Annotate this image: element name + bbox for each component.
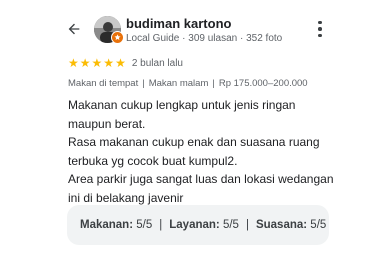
atmosphere-value: 5/5 [310, 219, 327, 231]
more-vert-icon [318, 20, 322, 25]
service-label: Layanan: [169, 219, 220, 231]
star-icon: ★ [115, 56, 126, 70]
tag-dining-mode: Makan di tempat [68, 78, 139, 89]
star-icon: ★ [79, 56, 91, 70]
food-label: Makanan: [80, 219, 134, 231]
reviewer-name[interactable]: budiman kartono [126, 16, 231, 31]
review-tags: Makan di tempat | Makan malam | Rp 175.000–2… [68, 78, 308, 89]
star-icon: ★ [68, 56, 79, 70]
local-guide-badge-icon [111, 31, 124, 44]
review-text-line: Makanan cukup lengkap untuk jenis ringan [68, 98, 296, 112]
more-options-button[interactable] [311, 17, 329, 41]
tag-price: Rp 175.000–200.000 [218, 78, 308, 89]
tag-meal-type: Makan malam [148, 78, 209, 89]
atmosphere-label: Suasana: [255, 219, 308, 231]
review-text-line: Area parkir juga sangat luas dan lokasi … [68, 172, 334, 186]
review-text-line: terbuka yg cocok buat kumpul2. [68, 153, 238, 168]
review-text-line: maupun berat. [68, 116, 146, 131]
star-icon: ★ [103, 56, 115, 70]
food-value: 5/5 [136, 219, 153, 231]
service-value: 5/5 [222, 219, 239, 231]
review-text-line: Rasa makanan cukup enak dan suasana ruan… [68, 135, 320, 149]
review-time: 2 bulan lalu [131, 57, 183, 69]
arrow-back-icon [68, 23, 80, 35]
back-button[interactable] [64, 19, 84, 39]
review-text: Makanan cukup lengkap untuk jenis ringan… [68, 96, 368, 207]
star-rating: ★ ★ ★ ★ ★ [68, 57, 126, 69]
rating-summary: Makanan: 5/5 | Layanan: 5/5 | Suasana: 5… [67, 205, 329, 245]
review-header: budiman kartono Local Guide · 309 ulasan… [0, 0, 390, 58]
star-icon: ★ [91, 56, 103, 70]
reviewer-meta: Local Guide · 309 ulasan · 352 foto [126, 33, 283, 44]
rating-row: ★ ★ ★ ★ ★ 2 bulan lalu [68, 56, 183, 70]
